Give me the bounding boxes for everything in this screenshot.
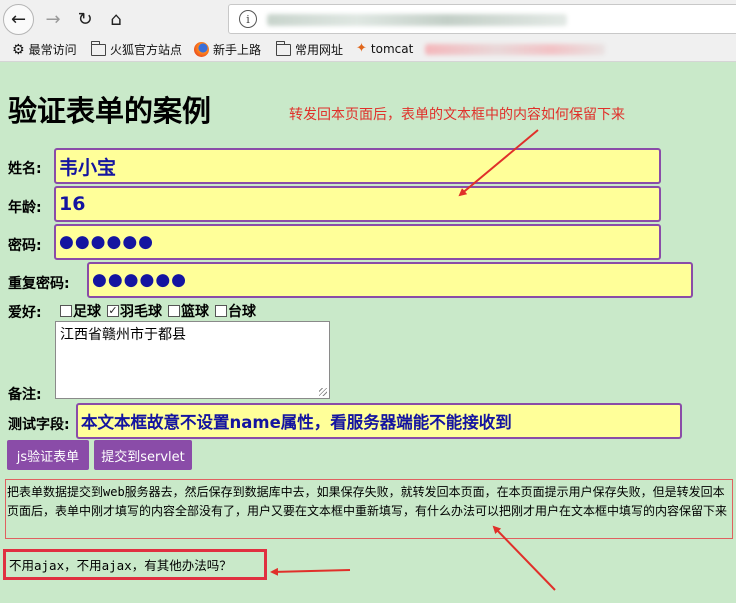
bookmark-getting-started[interactable]: 新手上路 (194, 41, 261, 58)
bookmark-common-sites[interactable]: 常用网址 (276, 40, 343, 58)
hobby-football[interactable]: 足球 (60, 301, 101, 321)
remark-text: 江西省赣州市于都县 (60, 327, 186, 343)
repeat-password-input[interactable]: ●●●●●● (87, 262, 693, 298)
checkbox-billiards[interactable] (215, 305, 227, 317)
arrow-right-icon: → (45, 8, 61, 30)
question-box: 不用ajax，不用ajax，有其他办法吗？ (3, 549, 267, 580)
hobby-basketball[interactable]: 篮球 (168, 301, 209, 321)
gear-icon: ⚙ (12, 41, 25, 58)
bookmark-firefox-official[interactable]: 火狐官方站点 (91, 40, 182, 58)
reload-button[interactable]: ↻ (70, 4, 100, 34)
name-input[interactable]: 韦小宝 (54, 148, 661, 184)
folder-icon (276, 40, 291, 56)
hobby-group: 足球 ✓ 羽毛球 篮球 台球 (60, 301, 256, 321)
hobby-billiards[interactable]: 台球 (215, 301, 256, 321)
test-field-label: 测试字段: (8, 417, 70, 433)
info-icon[interactable]: i (239, 10, 257, 28)
forward-button[interactable]: → (38, 4, 68, 34)
explanation-box: 把表单数据提交到web服务器去，然后保存到数据库中去，如果保存失败，就转发回本页… (5, 479, 733, 539)
checkbox-basketball[interactable] (168, 305, 180, 317)
bookmark-most-visited[interactable]: ⚙ 最常访问 (12, 41, 77, 58)
hobby-label: 爱好: (8, 305, 42, 321)
url-text-blurred (267, 14, 567, 26)
browser-toolbar: ← → ↻ ⌂ i (0, 0, 736, 37)
checkbox-football[interactable] (60, 305, 72, 317)
home-icon: ⌂ (110, 8, 122, 30)
annotation-note: 转发回本页面后，表单的文本框中的内容如何保留下来 (289, 107, 625, 123)
home-button[interactable]: ⌂ (101, 4, 131, 34)
firefox-icon (194, 42, 209, 57)
hobby-badminton[interactable]: ✓ 羽毛球 (107, 301, 162, 321)
page-title: 验证表单的案例 (8, 94, 212, 128)
remark-textarea[interactable]: 江西省赣州市于都县 (55, 321, 330, 399)
age-label: 年龄: (8, 200, 42, 216)
password-label: 密码: (8, 238, 42, 254)
password-input[interactable]: ●●●●●● (54, 224, 661, 260)
address-bar[interactable]: i (228, 4, 736, 34)
arrow-to-question (270, 567, 351, 576)
name-label: 姓名: (8, 161, 42, 177)
arrow-left-icon: ← (10, 9, 27, 30)
bookmarks-bar: ⚙ 最常访问 火狐官方站点 新手上路 常用网址 ✦ tomcat (0, 37, 736, 62)
test-field-input[interactable]: 本文本框故意不设置name属性，看服务器端能不能接收到 (76, 403, 682, 439)
bookmarks-blurred (425, 44, 605, 55)
back-button[interactable]: ← (3, 4, 34, 35)
submit-servlet-button[interactable]: 提交到servlet (94, 440, 192, 470)
folder-icon (91, 40, 106, 56)
js-validate-button[interactable]: js验证表单 (7, 440, 89, 470)
age-input[interactable]: 16 (54, 186, 661, 222)
reload-icon: ↻ (77, 8, 93, 30)
tomcat-icon: ✦ (356, 41, 367, 56)
repeat-password-label: 重复密码: (8, 276, 70, 292)
resize-handle-icon[interactable] (319, 388, 327, 396)
remark-label: 备注: (8, 387, 42, 403)
bookmark-tomcat[interactable]: ✦ tomcat (356, 41, 413, 56)
checkbox-badminton[interactable]: ✓ (107, 305, 119, 317)
